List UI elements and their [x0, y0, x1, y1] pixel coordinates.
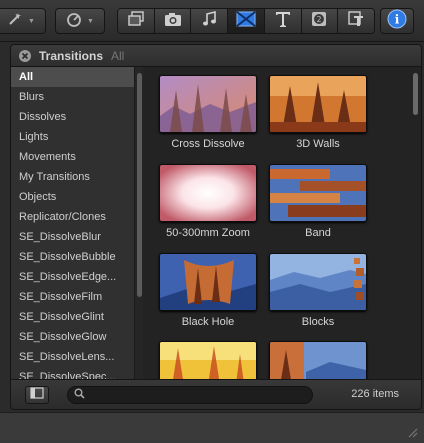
panel-category: All	[111, 48, 125, 63]
transition-thumbnail	[159, 341, 257, 381]
music-button[interactable]	[191, 9, 229, 33]
transitions-browser: Transitions All All Blurs Dissolves Ligh…	[10, 44, 422, 410]
generators-button[interactable]: 2	[301, 9, 339, 33]
camera-icon	[164, 11, 182, 32]
clips-button[interactable]	[118, 9, 155, 33]
browser-button-group: 2	[117, 8, 375, 34]
transitions-grid: Cross Dissolve 3D Walls 50-300mm Zoom Ba…	[143, 67, 421, 381]
transition-label: Cross Dissolve	[171, 138, 245, 150]
category-item-se-dissolveblur[interactable]: SE_DissolveBlur	[11, 227, 134, 247]
themes-button[interactable]	[338, 9, 374, 33]
generator-icon: 2	[310, 10, 328, 33]
photos-button[interactable]	[154, 9, 192, 33]
category-item-se-dissolveedge[interactable]: SE_DissolveEdge...	[11, 267, 134, 287]
transition-label: 50-300mm Zoom	[166, 227, 250, 239]
category-item-lights[interactable]: Lights	[11, 127, 134, 147]
transition-tile[interactable]: Black Hole	[159, 253, 259, 328]
transition-thumbnail	[159, 164, 257, 222]
sidebar-toggle-icon	[30, 386, 44, 404]
search-input[interactable]	[91, 389, 301, 401]
titles-button[interactable]	[264, 9, 302, 33]
title-icon	[274, 10, 292, 33]
category-item-se-dissolveglow[interactable]: SE_DissolveGlow	[11, 327, 134, 347]
music-note-icon	[201, 10, 217, 32]
category-item-movements[interactable]: Movements	[11, 147, 134, 167]
transition-tile[interactable]: 3D Walls	[269, 75, 369, 150]
transition-label: 3D Walls	[296, 138, 340, 150]
transition-thumbnail	[159, 75, 257, 133]
category-item-se-dissolvefilm[interactable]: SE_DissolveFilm	[11, 287, 134, 307]
svg-text:2: 2	[317, 15, 322, 24]
transition-tile[interactable]: Cross Dissolve	[159, 75, 259, 150]
bottom-strip	[0, 412, 424, 443]
inspector-button[interactable]: i	[380, 8, 414, 34]
category-item-all[interactable]: All	[11, 67, 134, 87]
search-icon	[74, 386, 85, 404]
panel-header: Transitions All	[11, 45, 421, 67]
transition-tile[interactable]: 50-300mm Zoom	[159, 164, 259, 239]
info-icon: i	[387, 9, 407, 34]
category-scrollbar[interactable]	[137, 73, 142, 297]
category-item-objects[interactable]: Objects	[11, 187, 134, 207]
transitions-icon	[236, 10, 256, 32]
transition-label: Black Hole	[181, 316, 235, 328]
magic-wand-icon	[7, 11, 23, 32]
item-count: 226 items	[351, 388, 399, 400]
transition-tile[interactable]: Band	[269, 164, 369, 239]
chevron-down-icon: ▼	[28, 17, 35, 25]
category-item-blurs[interactable]: Blurs	[11, 87, 134, 107]
themes-icon	[347, 10, 365, 33]
retime-button[interactable]: ▼	[55, 8, 105, 34]
category-item-replicator-clones[interactable]: Replicator/Clones	[11, 207, 134, 227]
resize-grip-icon[interactable]	[406, 425, 418, 438]
svg-text:i: i	[395, 12, 400, 26]
transition-thumbnail	[269, 253, 367, 311]
clips-icon	[127, 10, 145, 32]
category-item-se-dissolvebubble[interactable]: SE_DissolveBubble	[11, 247, 134, 267]
transition-tile[interactable]	[159, 341, 259, 381]
panel-title: Transitions	[39, 48, 104, 63]
toggle-sidebar-button[interactable]	[25, 386, 49, 404]
transition-thumbnail	[269, 75, 367, 133]
search-field[interactable]	[67, 386, 313, 404]
category-item-my-transitions[interactable]: My Transitions	[11, 167, 134, 187]
category-list: All Blurs Dissolves Lights Movements My …	[11, 67, 135, 381]
transitions-button[interactable]	[228, 9, 265, 33]
magic-wand-button[interactable]: ▼	[0, 8, 46, 34]
close-button[interactable]	[19, 47, 31, 65]
close-icon	[21, 47, 29, 65]
toolbar: ▼ ▼ 2 i	[0, 0, 424, 42]
transition-tile[interactable]: Blocks	[269, 253, 369, 328]
browser-footer: 226 items	[11, 379, 421, 409]
speedometer-icon	[66, 11, 82, 32]
transition-thumbnail	[269, 341, 367, 381]
transition-label: Blocks	[301, 316, 335, 328]
category-item-se-dissolvelens[interactable]: SE_DissolveLens...	[11, 347, 134, 367]
category-item-se-dissolveglint[interactable]: SE_DissolveGlint	[11, 307, 134, 327]
transition-label: Band	[305, 227, 331, 239]
chevron-down-icon: ▼	[87, 17, 94, 25]
transition-thumbnail	[269, 164, 367, 222]
transition-tile[interactable]	[269, 341, 369, 381]
transition-thumbnail	[159, 253, 257, 311]
category-item-dissolves[interactable]: Dissolves	[11, 107, 134, 127]
grid-scrollbar[interactable]	[413, 73, 418, 115]
